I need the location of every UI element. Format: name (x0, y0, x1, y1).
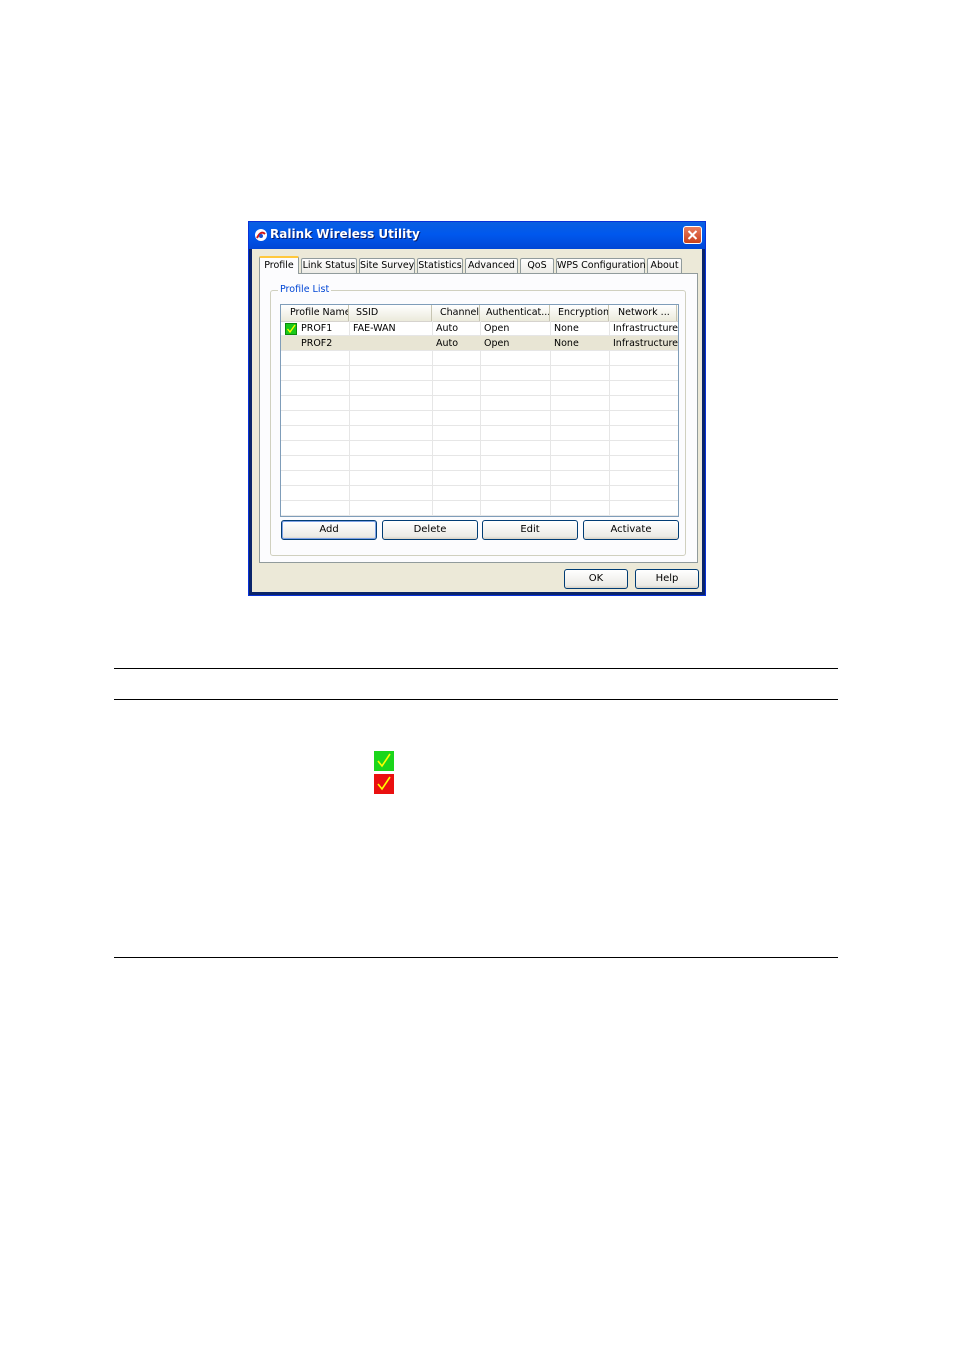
cell-network-type: Infrastructure (613, 338, 679, 349)
cell-ssid: FAE-WAN (353, 323, 396, 334)
cell-authentication: Open (484, 338, 510, 349)
column-header-profile-name[interactable]: Profile Name (281, 305, 349, 321)
dialog-client-area: Profile Link Status Site Survey Statisti… (252, 249, 702, 592)
tab-qos[interactable]: QoS (520, 258, 554, 273)
tab-advanced[interactable]: Advanced (465, 258, 518, 273)
green-check-icon (374, 751, 394, 771)
cell-ssid (349, 336, 432, 351)
column-header-channel[interactable]: Channel (432, 305, 480, 321)
empty-row (281, 471, 678, 486)
cell-channel: Auto (436, 338, 459, 349)
help-button[interactable]: Help (635, 569, 699, 589)
tab-profile[interactable]: Profile (259, 256, 299, 274)
cell-profile-name: PROF1 (301, 323, 333, 334)
close-icon (687, 230, 698, 240)
empty-row (281, 501, 678, 516)
active-profile-check-icon (285, 323, 297, 335)
red-check-icon (374, 774, 394, 794)
delete-button[interactable]: Delete (382, 520, 478, 540)
column-header-ssid[interactable]: SSID (349, 305, 432, 321)
ralink-wireless-utility-window: Ralink Wireless Utility Profile Link Sta… (248, 221, 706, 596)
activate-button[interactable]: Activate (583, 520, 679, 540)
empty-row (281, 411, 678, 426)
tab-statistics[interactable]: Statistics (417, 258, 463, 273)
empty-row (281, 396, 678, 411)
empty-row (281, 441, 678, 456)
empty-row (281, 366, 678, 381)
ralink-app-icon (255, 229, 267, 241)
profile-tab-panel: Profile List Profile Name SSID Channel A… (259, 273, 698, 563)
list-header: Profile Name SSID Channel Authenticat...… (281, 305, 678, 322)
cell-encryption: None (554, 323, 579, 334)
table-bottom-rule (114, 957, 838, 958)
cell-network-type: Infrastructure (613, 323, 679, 334)
close-button[interactable] (683, 226, 702, 244)
cell-encryption: None (554, 338, 579, 349)
cell-profile-name: PROF2 (301, 338, 333, 349)
title-bar[interactable]: Ralink Wireless Utility (249, 222, 705, 249)
column-header-network-type[interactable]: Network ... (609, 305, 677, 321)
tab-link-status[interactable]: Link Status (301, 258, 357, 273)
empty-row (281, 381, 678, 396)
profile-list-label: Profile List (278, 284, 332, 295)
empty-row (281, 351, 678, 366)
empty-row (281, 456, 678, 471)
table-row[interactable]: PROF2 Auto Open None Infrastructure (281, 336, 678, 351)
profile-list-view[interactable]: Profile Name SSID Channel Authenticat...… (280, 304, 679, 517)
cell-authentication: Open (484, 323, 510, 334)
column-header-authentication[interactable]: Authenticat... (480, 305, 550, 321)
table-top-rule (114, 668, 838, 669)
tab-wps-configuration[interactable]: WPS Configuration (556, 258, 646, 273)
window-title: Ralink Wireless Utility (270, 227, 420, 241)
add-button[interactable]: Add (281, 520, 377, 540)
tab-site-survey[interactable]: Site Survey (359, 258, 415, 273)
column-header-encryption[interactable]: Encryption (550, 305, 609, 321)
table-header-rule (114, 699, 838, 700)
empty-row (281, 426, 678, 441)
ok-button[interactable]: OK (564, 569, 628, 589)
empty-row (281, 486, 678, 501)
tab-about[interactable]: About (647, 258, 682, 273)
edit-button[interactable]: Edit (482, 520, 578, 540)
table-row[interactable]: PROF1 FAE-WAN Auto Open None Infrastruct… (281, 321, 678, 336)
cell-channel: Auto (436, 323, 459, 334)
